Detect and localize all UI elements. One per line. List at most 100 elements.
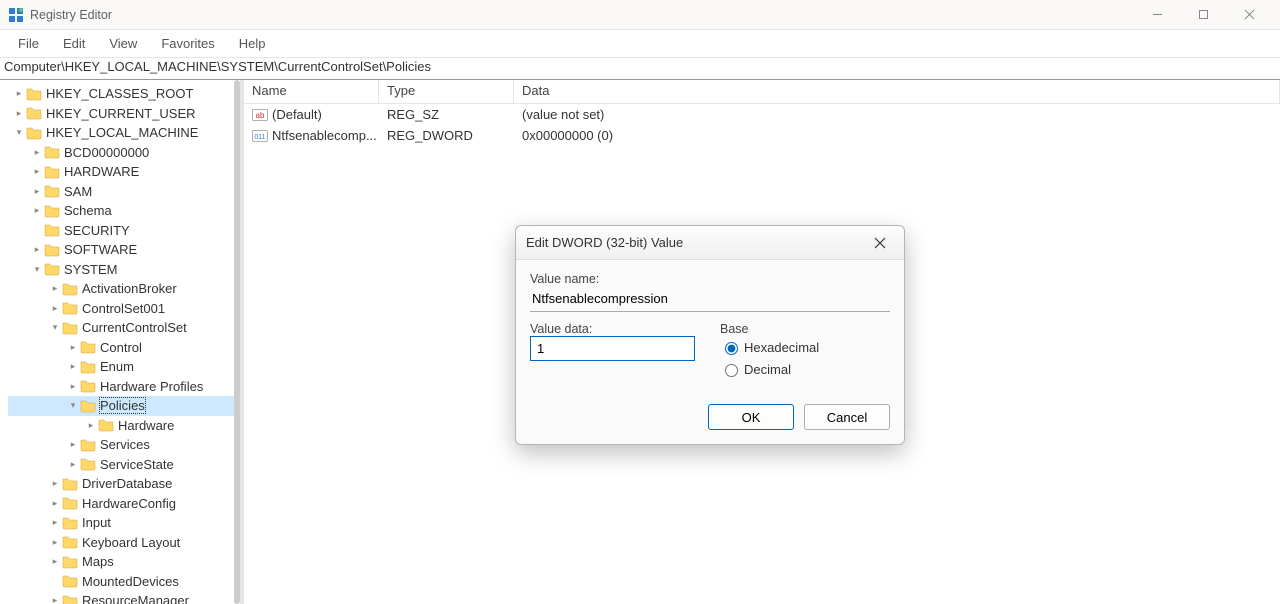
tree-item-label: HKEY_LOCAL_MACHINE <box>46 125 198 140</box>
ok-button[interactable]: OK <box>708 404 794 430</box>
radio-dec-label: Decimal <box>744 362 791 377</box>
tree-item-label: Services <box>100 437 150 452</box>
chevron-right-icon[interactable]: ▸ <box>48 478 62 489</box>
window-controls <box>1134 0 1272 30</box>
chevron-right-icon[interactable]: ▸ <box>66 439 80 450</box>
value-data-input[interactable] <box>530 336 695 361</box>
chevron-right-icon[interactable]: ▸ <box>66 361 80 372</box>
value-row[interactable]: 011Ntfsenablecomp...REG_DWORD0x00000000 … <box>244 125 1280 146</box>
tree-item-policies[interactable]: ▾ Policies <box>8 396 240 416</box>
tree-item-security[interactable]: SECURITY <box>8 221 240 241</box>
value-name-input[interactable] <box>530 286 890 312</box>
chevron-right-icon[interactable]: ▸ <box>48 537 62 548</box>
string-value-icon: ab <box>252 107 268 123</box>
menu-favorites[interactable]: Favorites <box>151 32 224 55</box>
tree-item-bcd00000000[interactable]: ▸ BCD00000000 <box>8 143 240 163</box>
tree-item-servicestate[interactable]: ▸ ServiceState <box>8 455 240 475</box>
chevron-right-icon[interactable]: ▸ <box>12 108 26 119</box>
tree-item-label: ServiceState <box>100 457 174 472</box>
chevron-right-icon[interactable]: ▸ <box>30 205 44 216</box>
folder-icon <box>44 242 60 258</box>
values-header: Name Type Data <box>244 80 1280 104</box>
col-header-type[interactable]: Type <box>379 80 514 103</box>
tree-item-hardware-profiles[interactable]: ▸Hardware Profiles <box>8 377 240 397</box>
menu-file[interactable]: File <box>8 32 49 55</box>
menu-view[interactable]: View <box>99 32 147 55</box>
dialog-title-bar[interactable]: Edit DWORD (32-bit) Value <box>516 226 904 260</box>
tree-item-hardwareconfig[interactable]: ▸HardwareConfig <box>8 494 240 514</box>
tree-item-label: CurrentControlSet <box>82 320 187 335</box>
folder-icon <box>62 320 78 336</box>
chevron-right-icon[interactable]: ▸ <box>66 381 80 392</box>
minimize-button[interactable] <box>1134 0 1180 30</box>
folder-icon <box>62 495 78 511</box>
chevron-right-icon[interactable]: ▸ <box>84 420 98 431</box>
radio-dec-input[interactable] <box>725 364 738 377</box>
radio-hex-input[interactable] <box>725 342 738 355</box>
tree-item-hardware[interactable]: ▸ Hardware <box>8 416 240 436</box>
tree-item-system[interactable]: ▾ SYSTEM <box>8 260 240 280</box>
address-bar[interactable]: Computer\HKEY_LOCAL_MACHINE\SYSTEM\Curre… <box>0 58 1280 80</box>
tree-item-services[interactable]: ▸ Services <box>8 435 240 455</box>
folder-icon <box>80 456 96 472</box>
chevron-down-icon[interactable]: ▾ <box>66 400 80 411</box>
tree-item-hkey-local-machine[interactable]: ▾ HKEY_LOCAL_MACHINE <box>8 123 240 143</box>
folder-icon <box>44 261 60 277</box>
tree-item-control[interactable]: ▸Control <box>8 338 240 358</box>
chevron-right-icon[interactable]: ▸ <box>30 166 44 177</box>
tree-item-label: Policies <box>100 398 145 413</box>
tree-item-label: Input <box>82 515 111 530</box>
chevron-right-icon[interactable]: ▸ <box>30 186 44 197</box>
tree-item-mounteddevices[interactable]: MountedDevices <box>8 572 240 592</box>
chevron-right-icon[interactable]: ▸ <box>66 342 80 353</box>
tree-item-input[interactable]: ▸ Input <box>8 513 240 533</box>
tree-item-maps[interactable]: ▸ Maps <box>8 552 240 572</box>
value-row[interactable]: ab(Default)REG_SZ(value not set) <box>244 104 1280 125</box>
tree-item-label: SYSTEM <box>64 262 117 277</box>
chevron-right-icon[interactable]: ▸ <box>48 498 62 509</box>
tree-item-software[interactable]: ▸SOFTWARE <box>8 240 240 260</box>
chevron-right-icon[interactable]: ▸ <box>30 147 44 158</box>
chevron-right-icon[interactable]: ▸ <box>12 88 26 99</box>
folder-icon <box>62 534 78 550</box>
tree-item-controlset001[interactable]: ▸ControlSet001 <box>8 299 240 319</box>
tree-item-hkey-current-user[interactable]: ▸HKEY_CURRENT_USER <box>8 104 240 124</box>
folder-icon <box>98 417 114 433</box>
menu-edit[interactable]: Edit <box>53 32 95 55</box>
tree-item-hardware[interactable]: ▸HARDWARE <box>8 162 240 182</box>
tree-item-sam[interactable]: ▸SAM <box>8 182 240 202</box>
tree-item-activationbroker[interactable]: ▸ActivationBroker <box>8 279 240 299</box>
chevron-right-icon[interactable]: ▸ <box>48 517 62 528</box>
chevron-right-icon[interactable]: ▸ <box>48 595 62 604</box>
chevron-down-icon[interactable]: ▾ <box>12 127 26 138</box>
tree-item-driverdatabase[interactable]: ▸DriverDatabase <box>8 474 240 494</box>
chevron-right-icon[interactable]: ▸ <box>66 459 80 470</box>
tree-item-label: Maps <box>82 554 114 569</box>
close-button[interactable] <box>1226 0 1272 30</box>
dialog-close-button[interactable] <box>866 229 894 257</box>
menu-help[interactable]: Help <box>229 32 276 55</box>
radio-hexadecimal[interactable]: Hexadecimal <box>720 336 890 358</box>
cancel-button[interactable]: Cancel <box>804 404 890 430</box>
value-data-label: Value data: <box>530 322 700 336</box>
chevron-right-icon[interactable]: ▸ <box>48 556 62 567</box>
tree-item-label: Hardware <box>118 418 174 433</box>
tree-item-resourcemanager[interactable]: ▸ResourceManager <box>8 591 240 604</box>
tree-item-label: BCD00000000 <box>64 145 149 160</box>
chevron-right-icon[interactable]: ▸ <box>48 303 62 314</box>
chevron-down-icon[interactable]: ▾ <box>48 322 62 333</box>
tree-item-enum[interactable]: ▸Enum <box>8 357 240 377</box>
chevron-right-icon[interactable]: ▸ <box>30 244 44 255</box>
value-type: REG_DWORD <box>379 128 514 143</box>
maximize-button[interactable] <box>1180 0 1226 30</box>
tree-item-hkey-classes-root[interactable]: ▸HKEY_CLASSES_ROOT <box>8 84 240 104</box>
col-header-data[interactable]: Data <box>514 80 1280 103</box>
tree-item-currentcontrolset[interactable]: ▾ CurrentControlSet <box>8 318 240 338</box>
chevron-down-icon[interactable]: ▾ <box>30 264 44 275</box>
col-header-name[interactable]: Name <box>244 80 379 103</box>
tree-item-keyboard-layout[interactable]: ▸Keyboard Layout <box>8 533 240 553</box>
folder-icon <box>80 398 96 414</box>
radio-decimal[interactable]: Decimal <box>720 358 890 380</box>
tree-item-schema[interactable]: ▸Schema <box>8 201 240 221</box>
chevron-right-icon[interactable]: ▸ <box>48 283 62 294</box>
